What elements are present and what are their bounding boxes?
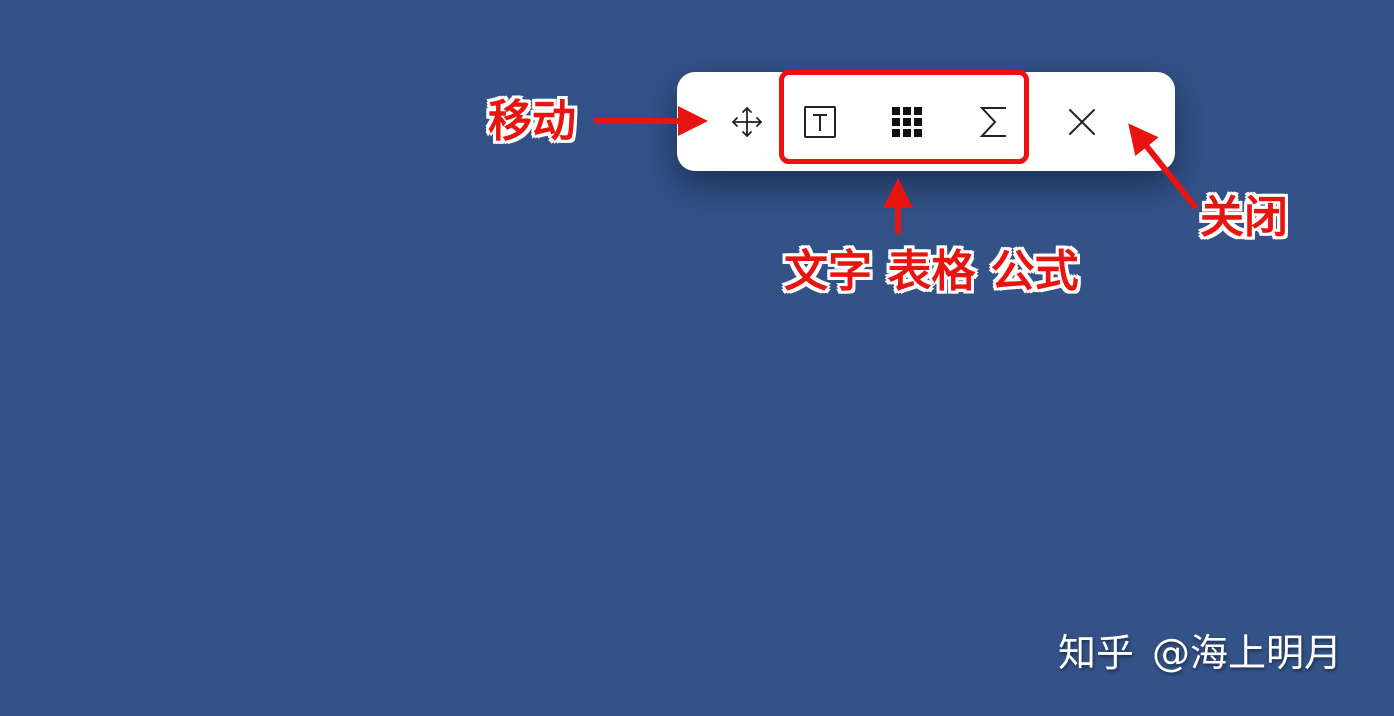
watermark: 知乎 @海上明月 [1058,634,1342,672]
close-arrow [1128,123,1199,210]
watermark-brand: 知乎 [1058,631,1135,675]
move-annotation: 移动 [488,96,576,147]
annotation-arrows [594,106,1199,234]
watermark-author: @海上明月 [1152,631,1343,675]
close-annotation: 关闭 [1200,192,1288,243]
tools-annotation: 文字 表格 公式 [784,246,1079,297]
